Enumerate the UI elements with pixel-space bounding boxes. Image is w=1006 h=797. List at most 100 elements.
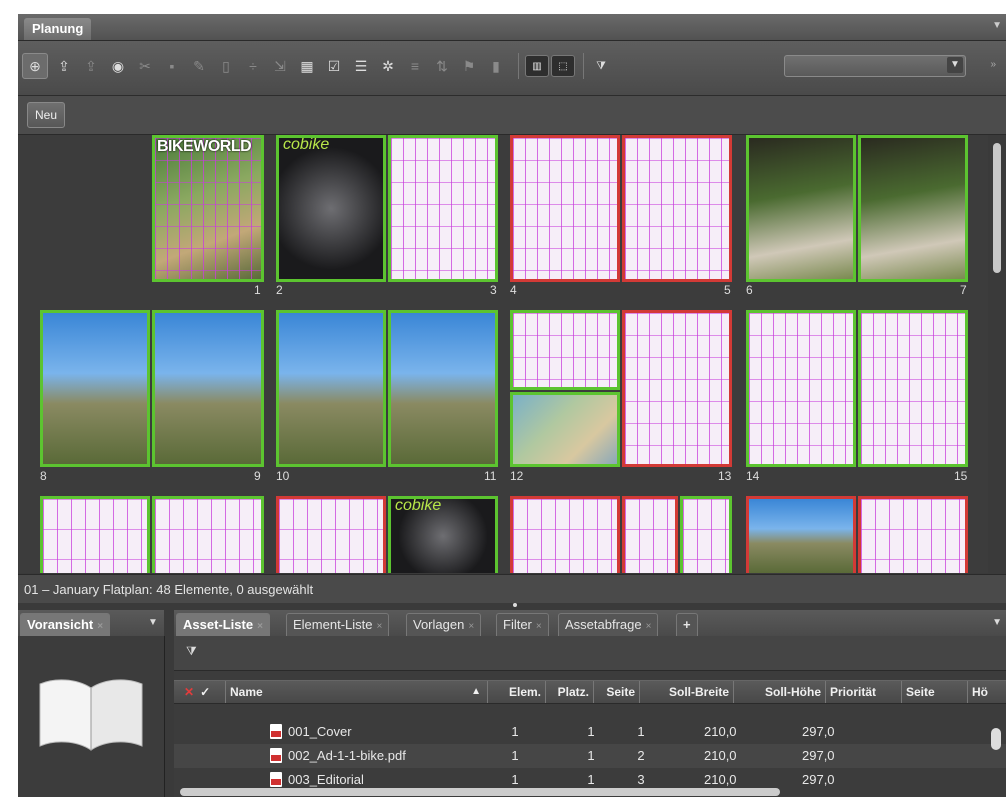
page-thumbnail[interactable] <box>276 310 386 467</box>
toolbar-separator <box>583 53 584 79</box>
column-soll-hoehe[interactable]: Soll-Höhe <box>734 681 826 703</box>
table-row[interactable]: 001_Cover 1 1 1 210,0 297,0 <box>174 720 1006 744</box>
page-thumbnail[interactable] <box>622 135 732 282</box>
align-icon[interactable]: ≡ <box>404 55 426 77</box>
page-number: 6 <box>746 283 753 297</box>
chevron-down-icon[interactable]: ▼ <box>947 57 963 73</box>
page-thumbnail[interactable] <box>152 310 264 467</box>
settings-icon[interactable]: ✲ <box>377 55 399 77</box>
divide-icon[interactable]: ÷ <box>242 55 264 77</box>
tab-element-liste[interactable]: Element-Liste × <box>286 613 390 636</box>
page-thumbnail[interactable] <box>746 135 856 282</box>
page-thumbnail[interactable] <box>40 496 150 573</box>
tab-assetabfrage[interactable]: Assetabfrage × <box>558 613 659 636</box>
flatplan-view[interactable]: BIKEWORLD cobike 1 2 3 4 5 6 7 8 9 10 11… <box>18 135 988 573</box>
close-icon[interactable]: × <box>376 621 382 632</box>
column-label: Name <box>230 685 263 699</box>
column-elem[interactable]: Elem. <box>488 681 546 703</box>
page-thumbnail[interactable]: cobike <box>276 135 386 282</box>
trash-icon[interactable]: ▯ <box>215 55 237 77</box>
brand-logo: cobike <box>395 497 442 514</box>
page-thumbnail[interactable] <box>622 310 732 467</box>
save-icon[interactable]: ▪ <box>161 55 183 77</box>
page-thumbnail[interactable] <box>746 496 856 573</box>
page-thumbnail[interactable] <box>276 496 386 573</box>
column-seite[interactable]: Seite <box>594 681 640 703</box>
close-icon[interactable]: × <box>646 621 652 632</box>
column-status[interactable]: ✕ ✓ <box>174 681 226 703</box>
check-icon[interactable]: ✓ <box>200 685 210 699</box>
toolbar-overflow-icon[interactable]: » <box>990 59 996 70</box>
table-row[interactable]: 002_Ad-1-1-bike.pdf 1 1 2 210,0 297,0 <box>174 744 1006 768</box>
panel-menu-icon[interactable]: ▼ <box>992 20 1002 31</box>
remove-icon[interactable]: ✕ <box>184 685 194 699</box>
calculator-icon[interactable]: ▦ <box>296 55 318 77</box>
list-icon[interactable]: ☰ <box>350 55 372 77</box>
page-thumbnail[interactable] <box>152 496 264 573</box>
chevron-down-icon[interactable]: ▼ <box>148 617 158 628</box>
page-thumbnail[interactable] <box>388 310 498 467</box>
table-horizontal-scrollbar[interactable] <box>180 788 780 796</box>
flatplan-scrollbar[interactable] <box>989 135 1006 573</box>
upload-alt-icon[interactable]: ⇪ <box>80 55 102 77</box>
page-thumbnail[interactable] <box>858 135 968 282</box>
column-name[interactable]: Name ▲ <box>226 681 488 703</box>
close-icon[interactable]: × <box>536 621 542 632</box>
filter-icon[interactable]: ⧩ <box>590 55 612 77</box>
chart-icon[interactable]: ▮ <box>485 55 507 77</box>
page-thumbnail[interactable] <box>858 496 968 573</box>
sort-icon[interactable]: ⇅ <box>431 55 453 77</box>
filter-icon[interactable]: ⧩ <box>186 644 197 659</box>
page-thumbnail[interactable] <box>40 310 150 467</box>
page-thumbnail[interactable] <box>680 496 732 573</box>
page-thumbnail[interactable] <box>388 135 498 282</box>
close-icon[interactable]: × <box>97 621 103 632</box>
tab-filter[interactable]: Filter × <box>496 613 549 636</box>
close-icon[interactable]: × <box>468 621 474 632</box>
close-icon[interactable]: × <box>257 621 263 632</box>
preview-icon[interactable]: ◉ <box>107 55 129 77</box>
splitter-handle[interactable] <box>513 603 517 607</box>
page-thumbnail[interactable] <box>510 392 620 467</box>
panel-splitter[interactable] <box>18 603 1006 609</box>
page-number: 9 <box>254 469 261 483</box>
spread-view-icon[interactable]: ▥ <box>525 55 549 77</box>
column-soll-breite[interactable]: Soll-Breite <box>640 681 734 703</box>
table-vertical-scrollbar[interactable] <box>991 728 1001 750</box>
upload-icon[interactable]: ⇪ <box>53 55 75 77</box>
tab-vorlagen[interactable]: Vorlagen × <box>406 613 482 636</box>
page-number: 2 <box>276 283 283 297</box>
chevron-down-icon[interactable]: ▼ <box>992 617 1002 628</box>
add-tab-button[interactable]: + <box>676 613 698 636</box>
page-thumbnail[interactable] <box>510 135 620 282</box>
scrollbar-thumb[interactable] <box>993 143 1001 273</box>
page-thumbnail[interactable] <box>746 310 856 467</box>
column-prioritaet[interactable]: Priorität <box>826 681 902 703</box>
filter-select[interactable]: ▼ <box>784 55 966 77</box>
cut-icon[interactable]: ✂ <box>134 55 156 77</box>
new-button[interactable]: Neu <box>27 102 66 128</box>
column-seite-2[interactable]: Seite <box>902 681 968 703</box>
merge-icon[interactable]: ⇲ <box>269 55 291 77</box>
page-thumbnail[interactable] <box>510 496 620 573</box>
pdf-file-icon <box>270 772 282 787</box>
grid-view-icon[interactable]: ⬚ <box>551 55 575 77</box>
edit-icon[interactable]: ✎ <box>188 55 210 77</box>
column-platz[interactable]: Platz. <box>546 681 594 703</box>
page-thumbnail[interactable] <box>622 496 678 573</box>
add-icon[interactable]: ⊕ <box>22 53 48 79</box>
page-thumbnail[interactable] <box>510 310 620 390</box>
checklist-icon[interactable]: ☑ <box>323 55 345 77</box>
tab-voransicht[interactable]: Voransicht × <box>20 613 111 636</box>
tab-asset-liste[interactable]: Asset-Liste × <box>176 613 270 636</box>
flag-icon[interactable]: ⚑ <box>458 55 480 77</box>
row-platz: 1 <box>587 724 595 739</box>
page-thumbnail[interactable] <box>858 310 968 467</box>
left-panel-tabs: Voransicht × ▼ <box>18 610 164 636</box>
window-title-tab[interactable]: Planung <box>24 18 92 40</box>
row-elem: 1 <box>511 748 519 763</box>
column-hoehe[interactable]: Hö <box>968 681 1006 703</box>
page-thumbnail[interactable]: cobike <box>388 496 498 573</box>
page-thumbnail[interactable]: BIKEWORLD <box>152 135 264 282</box>
page-number: 7 <box>960 283 967 297</box>
